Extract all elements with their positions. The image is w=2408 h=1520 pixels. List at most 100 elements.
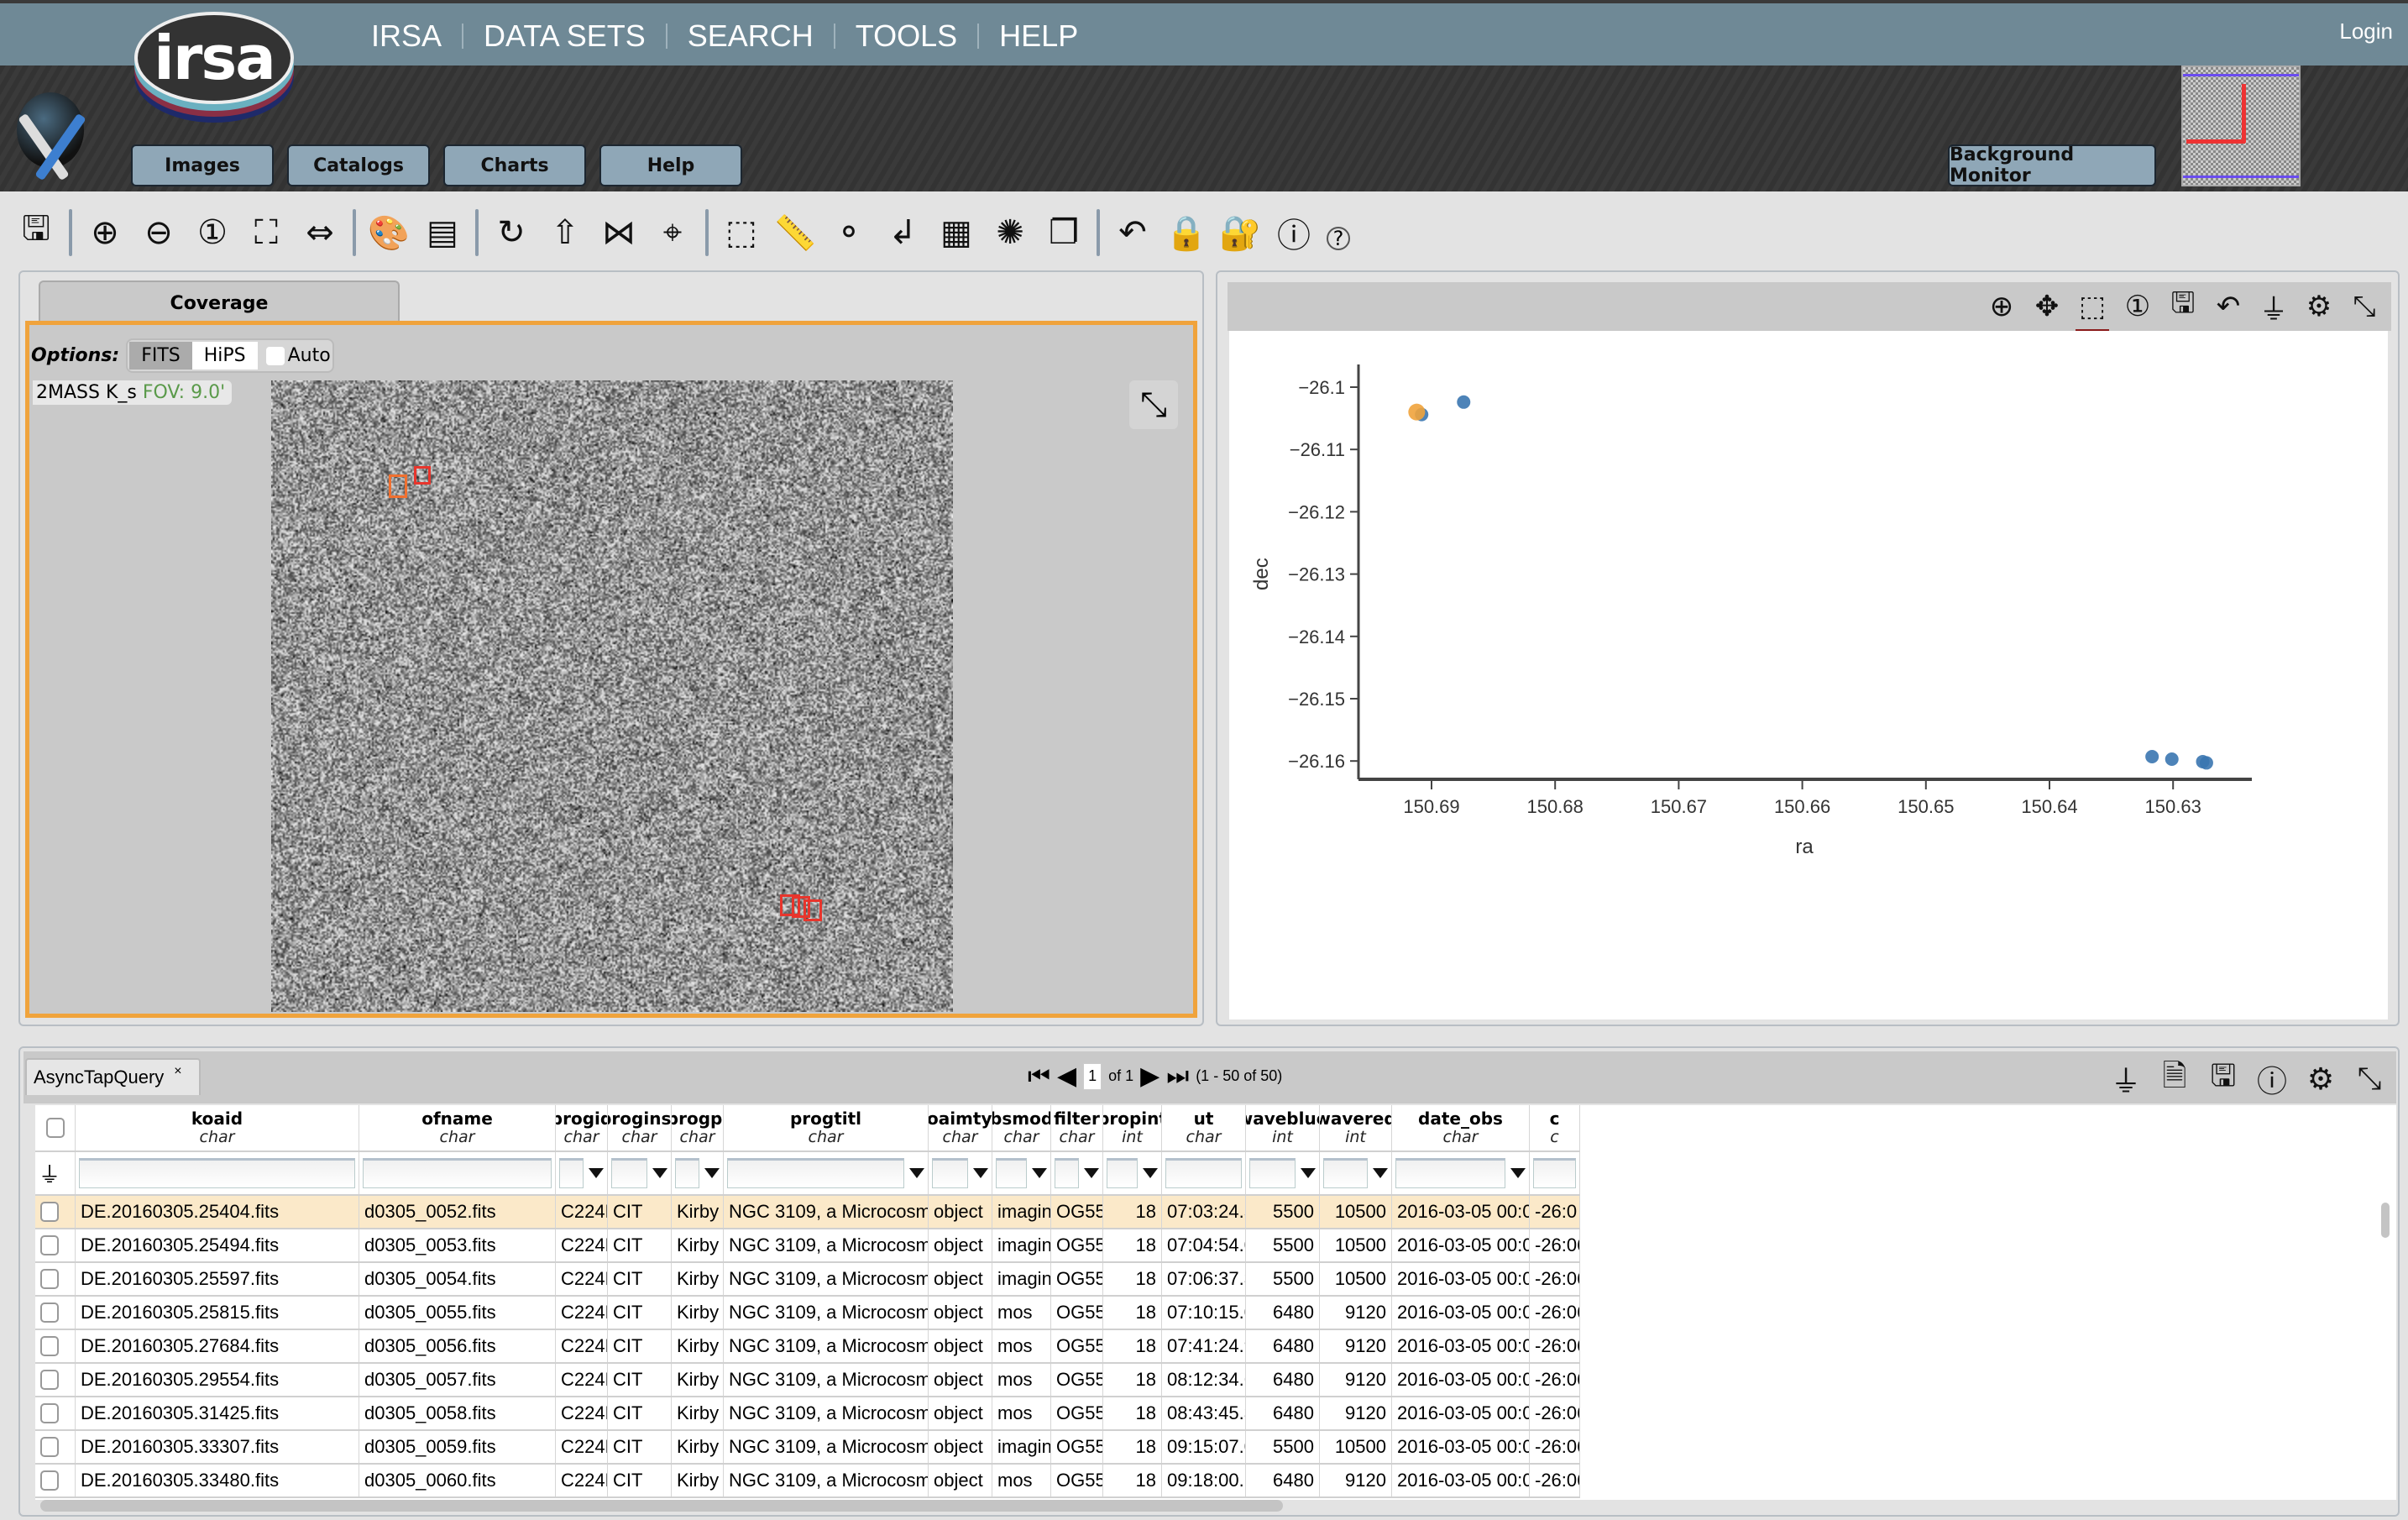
filter-dropdown-icon[interactable] [909,1168,924,1178]
column-header-ofname[interactable]: ofname char [359,1105,556,1150]
table-row[interactable]: DE.20160305.33480.fits d0305_0060.fits C22… [35,1465,1580,1498]
footprint-overlay[interactable] [414,466,431,485]
distance-tool-icon[interactable]: 📏 [774,210,816,255]
footprint-overlay[interactable] [389,474,407,498]
column-header-progtitl[interactable]: progtitl char [724,1105,929,1150]
nav-data-sets[interactable]: Data sets [463,18,666,54]
table-row[interactable]: DE.20160305.25815.fits d0305_0055.fits C22… [35,1297,1580,1330]
text-view-icon[interactable]: 🗎 [2156,1059,2193,1098]
filter-dropdown-icon[interactable] [652,1168,667,1178]
charts-button[interactable]: Charts [443,144,586,186]
settings-icon[interactable]: ⚙ [2302,1060,2339,1098]
catalogs-button[interactable]: Catalogs [287,144,430,186]
mask-icon[interactable]: ✺ [989,210,1031,255]
filter-dropdown-icon[interactable] [973,1168,988,1178]
compass-icon[interactable]: ↲ [882,210,924,255]
color-palette-icon[interactable]: 🎨 [368,210,410,255]
help-icon[interactable]: ? [1327,227,1350,250]
first-page-icon[interactable]: ⏮ [1028,1062,1050,1091]
lock-icon[interactable]: 🔒 [1165,210,1207,255]
row-checkbox[interactable] [40,1470,59,1491]
scatter-chart[interactable]: −26.1 −26.11 −26.12 −26.13 −26.14 −26.15 −26.1… [1229,331,2388,1019]
column-header-ut[interactable]: ut char [1162,1105,1246,1150]
table-row[interactable]: DE.20160305.25494.fits d0305_0053.fits C22… [35,1229,1580,1263]
next-page-icon[interactable]: ▶ [1140,1061,1160,1091]
expand-icon[interactable]: ⤡ [1129,380,1178,429]
row-checkbox[interactable] [40,1403,59,1423]
column-header-c[interactable]: cc [1530,1105,1580,1150]
background-monitor-button[interactable]: Background Monitor [1948,144,2156,186]
column-header-progid[interactable]: progidchar [556,1105,608,1150]
filter-dropdown-icon[interactable] [1301,1168,1316,1178]
zoom-icon[interactable]: ⊕ [1983,287,2020,326]
column-header-wavered[interactable]: waveredint [1320,1105,1392,1150]
image-thumbnail[interactable] [2181,66,2301,186]
table-row[interactable]: DE.20160305.25404.fits d0305_0052.fits C22… [35,1196,1580,1229]
restore-icon[interactable]: ↶ [1112,210,1154,255]
rotate-icon[interactable]: ↻ [490,210,532,255]
save-icon[interactable]: 🖫 [2205,1059,2242,1098]
save-icon[interactable]: 🖫 [2165,286,2201,326]
table-row[interactable]: DE.20160305.31425.fits d0305_0058.fits C22… [35,1397,1580,1431]
option-fits[interactable]: FITS [129,342,192,370]
images-button[interactable]: Images [131,144,274,186]
table-row[interactable]: DE.20160305.29554.fits d0305_0057.fits C22… [35,1364,1580,1397]
select-icon[interactable]: ⬚ [2074,287,2111,333]
fits-header-icon[interactable]: ⓘ [1273,210,1315,255]
vertical-scrollbar[interactable] [2381,1203,2390,1238]
filter-input-progid[interactable] [559,1158,584,1188]
filter-input-wavered[interactable] [1323,1158,1368,1188]
reset-zoom-icon[interactable]: ① [2119,287,2156,326]
column-header-koaimtyp[interactable]: koaimtypchar [929,1105,992,1150]
filter-dropdown-icon[interactable] [1373,1168,1388,1178]
filter-icon[interactable]: ⏚ [39,1158,60,1189]
info-icon[interactable]: ⓘ [2254,1060,2290,1099]
column-header-propint[interactable]: propintint [1103,1105,1162,1150]
data-point[interactable] [2199,756,2213,770]
nav-irsa[interactable]: Irsa [351,18,462,54]
filter-dropdown-icon[interactable] [1084,1168,1099,1178]
nav-tools[interactable]: Tools [835,18,977,54]
flip-icon[interactable]: ⋈ [598,210,640,255]
filter-input-ofname[interactable] [363,1158,552,1188]
row-checkbox[interactable] [40,1302,59,1323]
row-checkbox[interactable] [40,1370,59,1390]
table-row[interactable]: DE.20160305.27684.fits d0305_0056.fits C22… [35,1330,1580,1364]
sky-image-canvas[interactable] [271,380,953,1012]
zoom-in-icon[interactable]: ⊕ [84,210,126,255]
filter-dropdown-icon[interactable] [1032,1168,1047,1178]
tab-async-tap-query[interactable]: AsyncTapQuery × [25,1058,201,1095]
filter-input-koaimtyp[interactable] [932,1158,968,1188]
column-header-filter[interactable]: filter char [1051,1105,1103,1150]
sky-image[interactable] [271,380,953,1012]
filter-icon[interactable]: ⏚ [2255,287,2292,327]
column-header-date_obs[interactable]: date_obs char [1392,1105,1530,1150]
chart-svg[interactable]: −26.1 −26.11 −26.12 −26.13 −26.14 −26.15 −26.1… [1229,331,2388,1019]
recenter-icon[interactable]: ⌖ [652,210,694,255]
lock-dropdown-icon[interactable]: 🔐 [1219,210,1261,255]
stretch-icon[interactable]: ▤ [421,210,463,255]
row-checkbox[interactable] [40,1437,59,1457]
highlighted-point[interactable] [1408,403,1426,421]
save-icon[interactable]: 🖫 [15,209,57,255]
filter-input-progpi[interactable] [675,1158,699,1188]
row-checkbox[interactable] [40,1336,59,1356]
zoom-fit-icon[interactable]: ⛶ [245,210,287,255]
zoom-1x-icon[interactable]: ① [191,210,233,255]
data-point[interactable] [2165,752,2179,766]
filter-input-obsmode[interactable] [996,1158,1027,1188]
filter-input-progtitl[interactable] [727,1158,904,1188]
filter-input-koaid[interactable] [79,1158,355,1188]
coverage-viewer[interactable]: Options: FITS HiPS Auto 2MASS K_s FOV: 9… [25,321,1197,1018]
column-header-progpi[interactable]: progpichar [672,1105,724,1150]
nav-search[interactable]: Search [667,18,834,54]
last-page-icon[interactable]: ⏭ [1166,1062,1189,1091]
filter-dropdown-icon[interactable] [589,1168,604,1178]
north-up-icon[interactable]: ⇧ [544,210,586,255]
zoom-fill-icon[interactable]: ⇔ [299,210,341,255]
filter-input-ut[interactable] [1165,1158,1242,1188]
filter-input-c[interactable] [1533,1158,1576,1188]
data-point[interactable] [2145,750,2159,764]
login-link[interactable]: Login [2339,18,2393,45]
irsa-logo[interactable]: irsa [134,12,302,123]
